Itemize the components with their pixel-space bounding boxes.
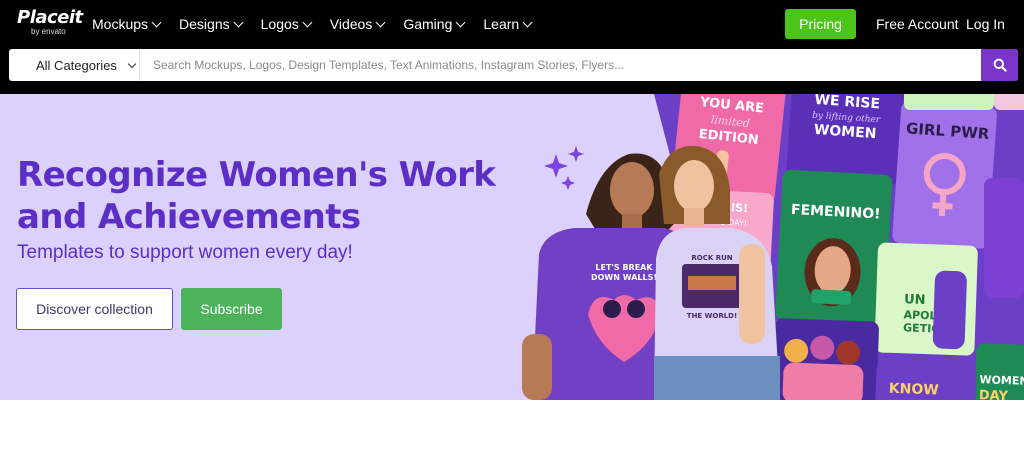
nav-item-gaming[interactable]: Gaming: [403, 16, 466, 32]
nav-item-mockups[interactable]: Mockups: [92, 16, 162, 32]
hero-collage-image: YOU ARE limited EDITION WE RISE by lifti…: [522, 94, 1024, 400]
svg-text:DOWN WALLS!: DOWN WALLS!: [591, 273, 657, 282]
sparkle-icon: [544, 146, 584, 190]
nav-item-logos[interactable]: Logos: [260, 16, 313, 32]
main-nav: Mockups Designs Logos Videos Gaming Lear…: [92, 0, 533, 48]
search-bar: All Categories: [9, 49, 1018, 81]
svg-text:DAY: DAY: [979, 388, 1009, 400]
top-navigation-bar: Placeit by envato Mockups Designs Logos …: [0, 0, 1024, 94]
chevron-down-icon: [375, 17, 386, 27]
nav-label: Learn: [483, 16, 520, 32]
logo-byline: by envato: [31, 27, 66, 36]
chevron-down-icon: [302, 17, 313, 27]
nav-label: Mockups: [92, 16, 149, 32]
nav-item-designs[interactable]: Designs: [179, 16, 244, 32]
nav-label: Videos: [329, 16, 373, 32]
category-dropdown[interactable]: All Categories: [9, 49, 140, 81]
hero-banner: Recognize Women's Work and Achievements …: [0, 94, 1024, 400]
logo-wordmark: Placeit: [17, 7, 83, 28]
placeit-logo[interactable]: Placeit by envato: [17, 7, 83, 39]
svg-text:WOMEN'S: WOMEN'S: [979, 373, 1024, 388]
svg-text:THE WORLD!: THE WORLD!: [687, 312, 737, 320]
chevron-down-icon: [127, 59, 137, 68]
search-button[interactable]: [981, 49, 1018, 81]
discover-collection-button[interactable]: Discover collection: [16, 288, 173, 330]
chevron-down-icon: [151, 17, 162, 27]
chevron-down-icon: [522, 17, 533, 27]
search-input[interactable]: [141, 49, 981, 81]
pricing-button[interactable]: Pricing: [785, 9, 856, 39]
nav-label: Logos: [260, 16, 299, 32]
hero-title: Recognize Women's Work and Achievements: [17, 155, 496, 237]
search-icon: [993, 58, 1007, 72]
svg-text:UN: UN: [904, 292, 926, 308]
nav-item-learn[interactable]: Learn: [483, 16, 533, 32]
nav-label: Designs: [179, 16, 230, 32]
chevron-down-icon: [455, 17, 466, 27]
subscribe-button[interactable]: Subscribe: [181, 288, 282, 330]
login-link[interactable]: Log In: [966, 16, 1005, 32]
content-area: [0, 400, 1024, 453]
svg-text:LET'S BREAK: LET'S BREAK: [595, 263, 653, 272]
chevron-down-icon: [233, 17, 244, 27]
svg-text:ROCK RUN: ROCK RUN: [691, 254, 732, 262]
hero-subtitle: Templates to support women every day!: [17, 242, 353, 263]
category-label: All Categories: [36, 57, 117, 73]
nav-item-videos[interactable]: Videos: [329, 16, 386, 32]
svg-text:KNOW: KNOW: [889, 381, 939, 399]
free-account-link[interactable]: Free Account: [876, 16, 959, 32]
nav-label: Gaming: [403, 16, 453, 32]
